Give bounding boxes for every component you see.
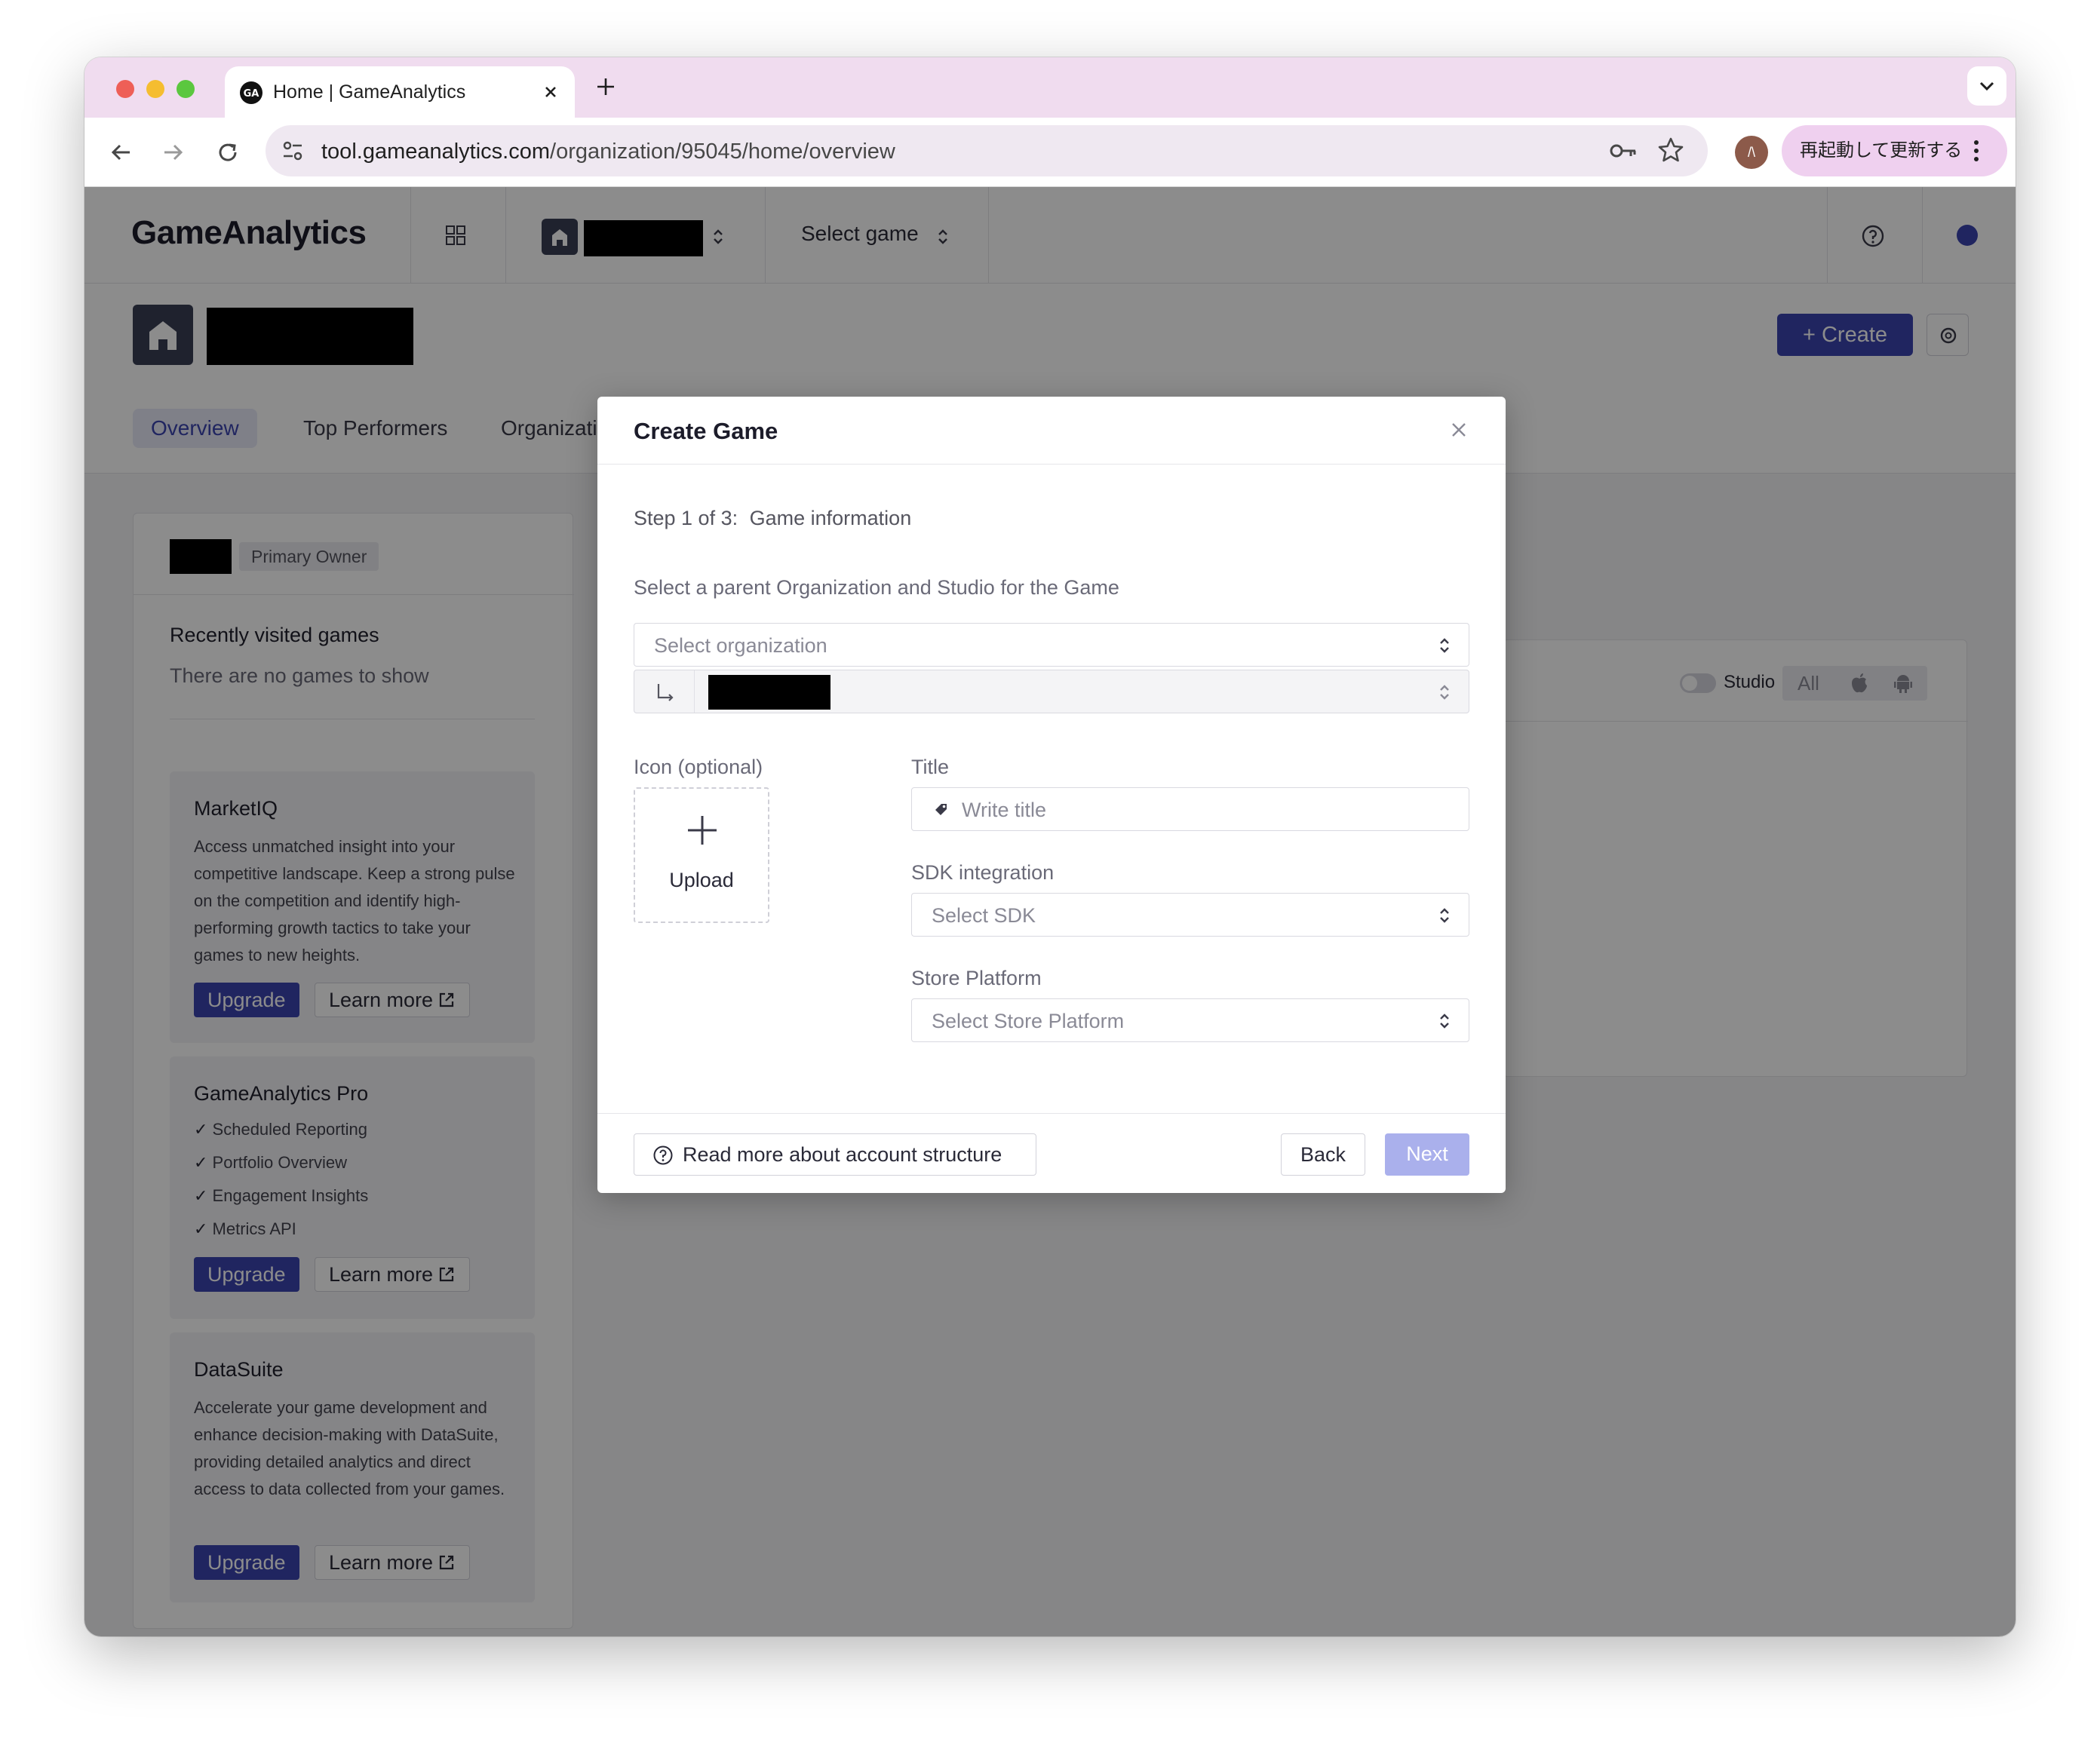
upload-label: Upload <box>669 869 734 891</box>
bookmark-star-icon[interactable] <box>1656 136 1685 164</box>
password-key-icon[interactable] <box>1608 137 1638 164</box>
select-store-platform-dropdown[interactable]: Select Store Platform <box>911 998 1469 1042</box>
help-circle-icon <box>653 1145 673 1165</box>
select-sdk-dropdown[interactable]: Select SDK <box>911 893 1469 937</box>
corner-arrow-icon <box>657 684 674 701</box>
site-settings-icon[interactable] <box>279 137 306 164</box>
back-button[interactable]: Back <box>1281 1133 1365 1176</box>
tab-search-button[interactable] <box>1967 66 2006 106</box>
tag-icon <box>935 804 947 815</box>
back-arrow-icon[interactable] <box>106 137 136 167</box>
plus-icon <box>688 816 717 845</box>
icon-label: Icon (optional) <box>634 756 763 778</box>
chevron-down-icon <box>1979 81 1994 91</box>
profile-avatar[interactable]: /\ <box>1735 136 1768 169</box>
updown-chevron-icon <box>1440 685 1449 700</box>
svg-text:GA: GA <box>244 88 259 100</box>
close-window-button[interactable] <box>116 80 134 98</box>
read-more-label: Read more about account structure <box>683 1143 1002 1166</box>
step-prefix: Step 1 of 3: <box>634 507 738 529</box>
tab-title: Home | GameAnalytics <box>273 81 466 103</box>
close-modal-icon[interactable] <box>1448 419 1469 440</box>
studio-child-indicator <box>634 670 695 713</box>
title-label: Title <box>911 756 950 778</box>
store-placeholder: Select Store Platform <box>932 1010 1125 1032</box>
browser-tab-active[interactable]: GA Home | GameAnalytics <box>225 66 575 118</box>
title-input[interactable]: Write title <box>911 787 1469 831</box>
address-bar[interactable]: tool.gameanalytics.com/organization/9504… <box>266 125 1708 176</box>
updown-chevron-icon <box>1440 638 1449 653</box>
step-indicator: Step 1 of 3: Game information <box>634 507 911 530</box>
reload-icon[interactable] <box>213 137 243 167</box>
kebab-menu-icon[interactable] <box>1972 139 1981 163</box>
sdk-label: SDK integration <box>911 861 1055 884</box>
zoom-window-button[interactable] <box>177 80 195 98</box>
close-tab-icon[interactable] <box>542 83 560 101</box>
gameanalytics-favicon-icon: GA <box>240 81 262 104</box>
create-game-modal: Create Game Step 1 of 3: Game informatio… <box>597 397 1506 1193</box>
parent-selection-label: Select a parent Organization and Studio … <box>634 576 1119 599</box>
read-more-account-structure-button[interactable]: Read more about account structure <box>634 1133 1036 1176</box>
relaunch-label: 再起動して更新する <box>1800 140 1963 161</box>
browser-tab-bar: GA Home | GameAnalytics <box>84 57 2016 118</box>
next-button[interactable]: Next <box>1385 1133 1469 1176</box>
step-name: Game information <box>749 507 912 529</box>
modal-footer: Read more about account structure Back N… <box>597 1113 1506 1193</box>
icon-upload-dropzone[interactable]: Upload <box>634 787 769 923</box>
url-path: /organization/95045/home/overview <box>550 140 895 164</box>
app-content: GameAnalytics Select game + Create Overv… <box>84 187 2016 1636</box>
org-placeholder: Select organization <box>654 634 827 657</box>
select-studio-dropdown[interactable] <box>634 670 1469 713</box>
url-host: tool.gameanalytics.com <box>321 140 551 164</box>
forward-arrow-icon[interactable] <box>158 137 189 167</box>
updown-chevron-icon <box>1440 908 1449 923</box>
studio-name-redacted <box>708 675 830 710</box>
new-tab-icon[interactable] <box>594 75 617 98</box>
updown-chevron-icon <box>1440 1014 1449 1029</box>
browser-window: GA Home | GameAnalytics tool.gameanalyti… <box>84 57 2016 1636</box>
title-placeholder: Write title <box>962 799 1047 821</box>
modal-header: Create Game <box>597 397 1506 465</box>
sdk-placeholder: Select SDK <box>932 904 1036 927</box>
store-platform-label: Store Platform <box>911 967 1042 989</box>
modal-title: Create Game <box>634 418 778 444</box>
url-text: tool.gameanalytics.com/organization/9504… <box>321 140 895 164</box>
select-organization-dropdown[interactable]: Select organization <box>634 623 1469 667</box>
minimize-window-button[interactable] <box>146 80 164 98</box>
browser-toolbar: tool.gameanalytics.com/organization/9504… <box>84 118 2016 187</box>
relaunch-to-update-button[interactable]: 再起動して更新する <box>1782 125 2008 176</box>
